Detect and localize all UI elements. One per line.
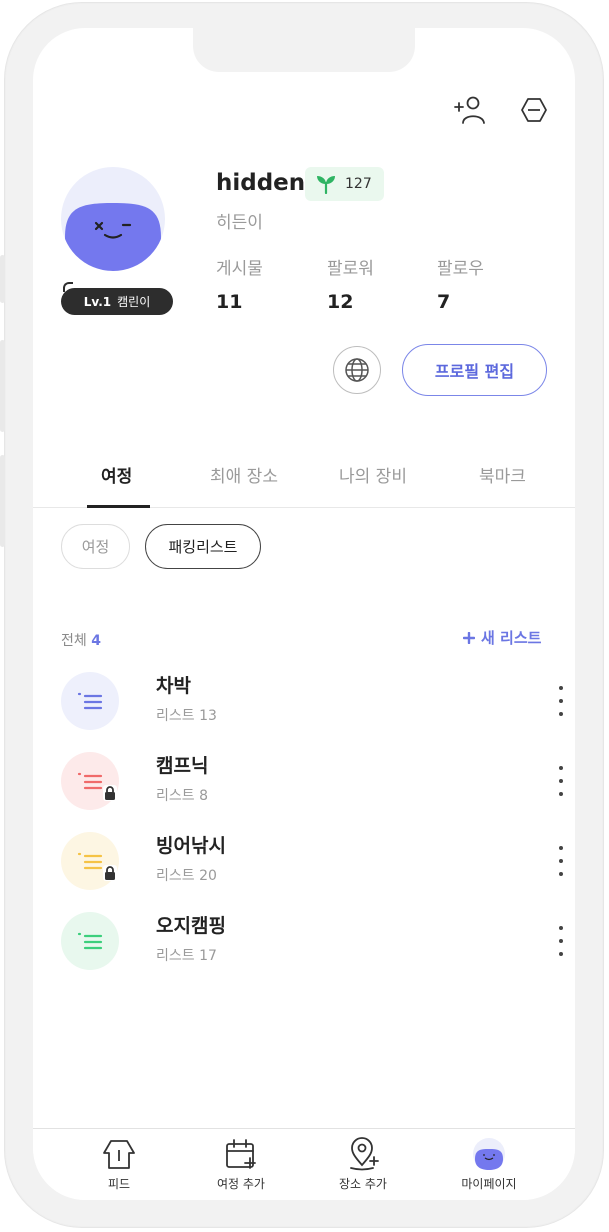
stat-label: 팔로워	[327, 259, 374, 279]
list-item[interactable]: 차박 리스트 13	[61, 672, 563, 732]
tab-favorite-places[interactable]: 최애 장소	[210, 462, 278, 487]
edit-profile-button[interactable]: 프로필 편집	[402, 344, 547, 396]
phone-notch	[193, 28, 415, 72]
more-options-icon[interactable]	[551, 846, 571, 876]
globe-icon	[345, 358, 369, 382]
stat-value: 11	[216, 291, 243, 313]
plus-icon	[463, 631, 475, 644]
points-badge[interactable]: 127	[305, 167, 384, 201]
list-count: 리스트 17	[156, 948, 217, 964]
nav-label: 피드	[107, 1177, 131, 1191]
list-title: 오지캠핑	[156, 915, 226, 937]
points-value: 127	[345, 176, 372, 192]
nav-label: 여정 추가	[217, 1177, 265, 1191]
stat-value: 7	[437, 291, 451, 313]
stat-label: 게시물	[216, 259, 263, 279]
list-item[interactable]: 오지캠핑 리스트 17	[61, 912, 563, 972]
list-count: 리스트 8	[156, 788, 208, 804]
list-title: 차박	[156, 675, 191, 697]
nav-add-place[interactable]: 장소 추가	[313, 1137, 413, 1192]
feed-icon	[103, 1140, 135, 1169]
globe-button[interactable]	[333, 346, 381, 394]
active-tab-indicator	[87, 505, 150, 508]
level-badge: Lv.1 캠린이	[61, 288, 173, 315]
nav-my-page[interactable]: 마이페이지	[439, 1137, 539, 1192]
total-label: 전체	[61, 633, 87, 649]
list-title: 빙어낚시	[156, 835, 226, 857]
new-list-label: 새 리스트	[481, 629, 542, 647]
total-number: 4	[91, 633, 101, 649]
stat-following[interactable]: 팔로우 7	[437, 254, 484, 313]
level-title: 캠린이	[117, 295, 151, 309]
total-count: 전체 4	[61, 630, 101, 650]
stat-posts[interactable]: 게시물 11	[216, 254, 263, 313]
avatar-icon	[473, 1138, 505, 1170]
stat-label: 팔로우	[437, 259, 484, 279]
nav-feed[interactable]: 피드	[69, 1137, 169, 1192]
more-options-icon[interactable]	[551, 686, 571, 716]
list-count: 리스트 20	[156, 868, 217, 884]
chip-journey[interactable]: 여정	[61, 524, 130, 569]
stat-value: 12	[327, 291, 354, 313]
tab-bookmark[interactable]: 북마크	[479, 462, 526, 487]
lock-icon	[103, 865, 117, 881]
profile-tabs: 여정 최애 장소 나의 장비 북마크	[33, 448, 575, 508]
hexagon-minus-icon[interactable]	[516, 92, 552, 128]
list-item[interactable]: 빙어낚시 리스트 20	[61, 832, 563, 892]
lock-icon	[103, 785, 117, 801]
username: hidden	[216, 170, 306, 196]
nickname: 히든이	[216, 213, 263, 233]
app-screen: Lv.1 캠린이 hidden 127 히든이 게시물 11 팔로워 12 팔로…	[33, 28, 575, 1200]
bottom-nav: 피드 여정 추가 장소 추가 마이페이지	[33, 1128, 575, 1200]
phone-volume-down	[0, 455, 5, 547]
level-number: Lv.1	[83, 294, 112, 309]
location-add-icon	[350, 1137, 379, 1171]
more-options-icon[interactable]	[551, 926, 571, 956]
list-icon	[61, 912, 119, 970]
list-count: 리스트 13	[156, 708, 217, 724]
tab-journey[interactable]: 여정	[101, 462, 132, 487]
nav-add-journey[interactable]: 여정 추가	[191, 1137, 291, 1192]
list-item[interactable]: 캠프닉 리스트 8	[61, 752, 563, 812]
nav-label: 마이페이지	[461, 1177, 517, 1191]
add-person-icon[interactable]	[451, 92, 487, 128]
phone-volume-up	[0, 340, 5, 432]
new-list-button[interactable]: 새 리스트	[463, 627, 541, 648]
avatar[interactable]	[61, 167, 165, 271]
tab-my-gear[interactable]: 나의 장비	[339, 462, 407, 487]
nav-label: 장소 추가	[339, 1177, 387, 1191]
calendar-add-icon	[226, 1139, 256, 1169]
sprout-icon	[317, 176, 335, 194]
stat-followers[interactable]: 팔로워 12	[327, 254, 374, 313]
more-options-icon[interactable]	[551, 766, 571, 796]
phone-side-button	[0, 255, 5, 303]
chip-packing-list[interactable]: 패킹리스트	[145, 524, 261, 569]
list-title: 캠프닉	[156, 755, 209, 777]
list-icon	[61, 672, 119, 730]
